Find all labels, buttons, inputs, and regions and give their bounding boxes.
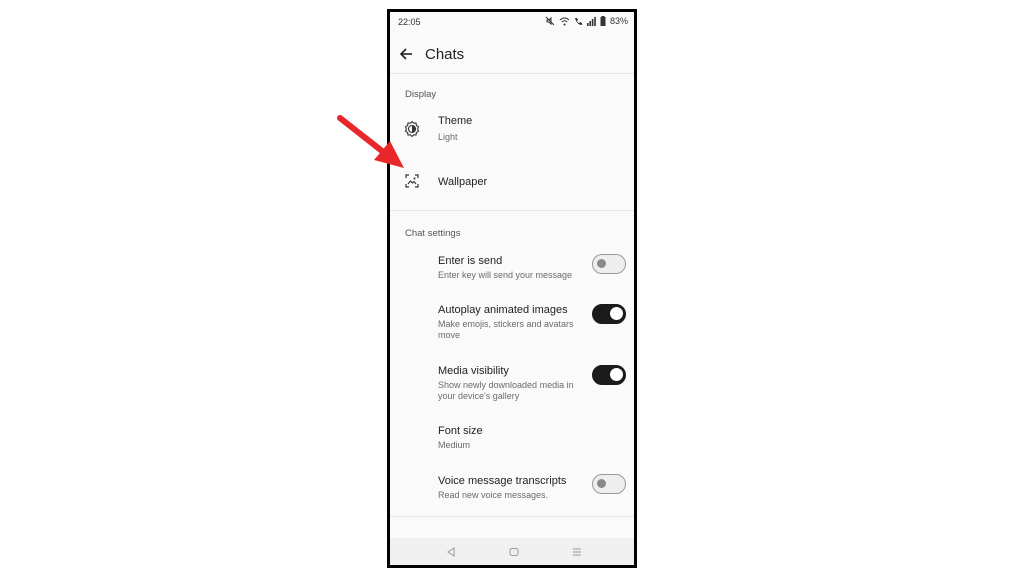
enter-is-send-setting[interactable]: Enter is send Enter key will send your m… — [390, 252, 634, 286]
battery-icon — [600, 16, 606, 26]
nav-back-icon[interactable] — [444, 545, 458, 559]
media-visibility-title: Media visibility — [438, 365, 509, 377]
voice-transcripts-toggle[interactable] — [592, 474, 626, 494]
status-bar: 22:05 83% — [390, 12, 634, 32]
phone-screen: 22:05 83% Chats Display Theme Light Wall… — [387, 9, 637, 568]
media-visibility-description: Show newly downloaded media in your devi… — [438, 380, 574, 401]
font-size-value: Medium — [438, 440, 471, 450]
app-bar: Chats — [390, 38, 634, 74]
divider — [390, 73, 634, 74]
divider — [390, 516, 634, 517]
status-icons: 83% — [545, 16, 628, 26]
theme-value: Light — [438, 132, 458, 142]
nav-recents-icon[interactable] — [570, 545, 584, 559]
enter-is-send-toggle[interactable] — [592, 254, 626, 274]
page-title: Chats — [425, 46, 465, 63]
media-visibility-toggle[interactable] — [592, 365, 626, 385]
autoplay-toggle[interactable] — [592, 304, 626, 324]
autoplay-setting[interactable]: Autoplay animated images Make emojis, st… — [390, 302, 634, 344]
voice-transcripts-setting[interactable]: Voice message transcripts Read new voice… — [390, 472, 634, 506]
wallpaper-title: Wallpaper — [438, 176, 488, 188]
section-header-display: Display — [405, 89, 437, 100]
navigation-bar — [390, 538, 634, 565]
nav-home-icon[interactable] — [507, 545, 521, 559]
media-visibility-setting[interactable]: Media visibility Show newly downloaded m… — [390, 362, 634, 404]
signal-icon — [586, 16, 596, 26]
theme-setting[interactable]: Theme Light — [390, 111, 634, 151]
voice-transcripts-description: Read new voice messages. — [438, 490, 549, 500]
autoplay-description: Make emojis, stickers and avatars move — [438, 319, 574, 340]
autoplay-title: Autoplay animated images — [438, 304, 568, 316]
font-size-setting[interactable]: Font size Medium — [390, 423, 634, 453]
enter-is-send-title: Enter is send — [438, 255, 503, 267]
section-header-chat-settings: Chat settings — [405, 228, 461, 239]
wifi-icon — [559, 17, 570, 25]
mute-icon — [545, 16, 555, 26]
status-time: 22:05 — [398, 17, 421, 27]
back-arrow-icon[interactable] — [398, 46, 414, 62]
voice-transcripts-title: Voice message transcripts — [438, 475, 567, 487]
battery-percent: 83% — [609, 16, 628, 26]
theme-title: Theme — [438, 115, 473, 127]
divider — [390, 210, 634, 211]
wallpaper-icon — [405, 174, 419, 188]
annotation-arrow-icon — [337, 115, 404, 168]
call-icon — [574, 17, 582, 25]
font-size-title: Font size — [438, 425, 483, 437]
screenshot-canvas: 22:05 83% Chats Display Theme Light Wall… — [0, 0, 1024, 576]
wallpaper-setting[interactable]: Wallpaper — [390, 167, 634, 197]
enter-is-send-description: Enter key will send your message — [438, 270, 573, 280]
